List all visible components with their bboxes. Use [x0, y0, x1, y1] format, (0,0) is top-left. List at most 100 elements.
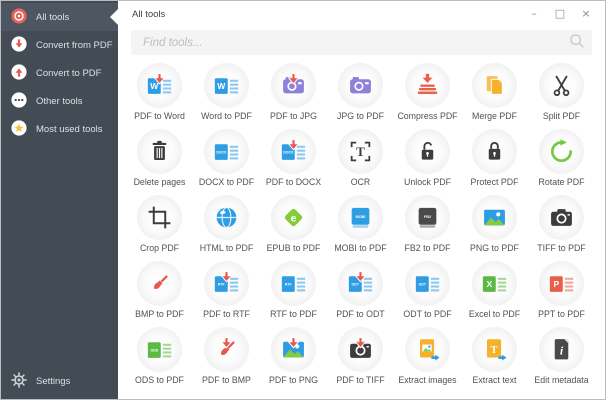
- sidebar-item-label: Most used tools: [36, 123, 103, 135]
- tool-label: ODS to PDF: [135, 375, 184, 385]
- sidebar-nav: All tools Convert from PDF Convert to PD…: [1, 3, 118, 363]
- window-controls: – □ ×: [521, 6, 599, 22]
- tool-pdf-to-bmp[interactable]: PDF to BMP: [193, 327, 260, 393]
- tool-excel-to-pdf[interactable]: X Excel to PDF: [461, 261, 528, 327]
- tool-delete-pages[interactable]: Delete pages: [126, 129, 193, 195]
- svg-text:e: e: [291, 213, 297, 224]
- tool-pdf-to-jpg[interactable]: PDF to JPG: [260, 63, 327, 129]
- tool-rotate-pdf[interactable]: Rotate PDF: [528, 129, 595, 195]
- tool-protect-pdf[interactable]: Protect PDF: [461, 129, 528, 195]
- tool-circle: ODS: [137, 327, 182, 372]
- sidebar-item-convert-from-pdf[interactable]: Convert from PDF: [1, 31, 118, 59]
- arrow-down-circle-icon: [11, 35, 27, 52]
- sidebar-item-other-tools[interactable]: Other tools: [1, 87, 118, 115]
- compress-icon: [417, 73, 438, 94]
- tool-extract-images[interactable]: Extract images: [394, 327, 461, 393]
- tool-pdf-to-tiff[interactable]: PDF to TIFF: [327, 327, 394, 393]
- epub-icon: e: [284, 208, 303, 227]
- tool-ppt-to-pdf[interactable]: P PPT to PDF: [528, 261, 595, 327]
- star-circle-icon: [11, 119, 27, 136]
- tool-pdf-to-png[interactable]: PDF to PNG: [260, 327, 327, 393]
- tool-label: FB2 to PDF: [404, 243, 451, 253]
- maximize-button[interactable]: □: [547, 6, 573, 22]
- svg-text:MOBI: MOBI: [356, 215, 366, 219]
- sidebar-item-all-tools[interactable]: All tools: [1, 3, 118, 31]
- doc-icon: ODT: [415, 276, 440, 292]
- tool-label: PDF to RTF: [203, 309, 250, 319]
- tool-crop-pdf[interactable]: Crop PDF: [126, 195, 193, 261]
- tool-mobi-to-pdf[interactable]: MOBI MOBI to PDF: [327, 195, 394, 261]
- tool-word-to-pdf[interactable]: W Word to PDF: [193, 63, 260, 129]
- tool-circle: ODT: [405, 261, 450, 306]
- tool-label: Word to PDF: [201, 111, 252, 121]
- tool-label: Edit metadata: [534, 375, 589, 385]
- svg-text:W: W: [217, 81, 226, 91]
- tool-split-pdf[interactable]: Split PDF: [528, 63, 595, 129]
- tool-circle: [271, 327, 316, 372]
- tool-label: Crop PDF: [139, 243, 180, 253]
- tool-odt-to-pdf[interactable]: ODT ODT to PDF: [394, 261, 461, 327]
- svg-text:T: T: [491, 345, 498, 356]
- tool-pdf-to-docx[interactable]: DOCX PDF to DOCX: [260, 129, 327, 195]
- sidebar-item-convert-to-pdf[interactable]: Convert to PDF: [1, 59, 118, 87]
- tool-label: PDF to PNG: [269, 375, 318, 385]
- tool-docx-to-pdf[interactable]: DOCX DOCX to PDF: [193, 129, 260, 195]
- doc-icon: P: [549, 276, 574, 292]
- tool-epub-to-pdf[interactable]: e EPUB to PDF: [260, 195, 327, 261]
- search-input[interactable]: [141, 35, 568, 50]
- app-window: All tools Convert from PDF Convert to PD…: [0, 0, 606, 400]
- doc-icon: DOCX: [214, 144, 239, 160]
- merge-icon: [486, 76, 503, 95]
- tool-label: RTF to PDF: [270, 309, 317, 319]
- tool-circle: W: [204, 63, 249, 108]
- crop-icon: [148, 206, 171, 229]
- lock-icon: [488, 142, 501, 160]
- image-icon: [484, 209, 505, 226]
- tool-label: Split PDF: [542, 111, 581, 121]
- sidebar-item-settings[interactable]: Settings: [1, 363, 118, 399]
- tool-label: Delete pages: [133, 177, 186, 187]
- tool-compress-pdf[interactable]: Compress PDF: [394, 63, 461, 129]
- tool-edit-metadata[interactable]: i Edit metadata: [528, 327, 595, 393]
- sidebar-item-label: Other tools: [36, 95, 83, 107]
- tool-extract-text[interactable]: T Extract text: [461, 327, 528, 393]
- tool-bmp-to-pdf[interactable]: BMP to PDF: [126, 261, 193, 327]
- settings-label: Settings: [36, 375, 71, 387]
- tools-grid: W PDF to Word W Word to PDF PDF to JPG J…: [118, 63, 605, 393]
- svg-text:T: T: [356, 144, 365, 159]
- minimize-button[interactable]: –: [521, 6, 547, 22]
- tool-label: JPG to PDF: [337, 111, 384, 121]
- tool-circle: FB2: [405, 195, 450, 240]
- svg-text:DOCX: DOCX: [216, 150, 227, 154]
- sidebar-item-most-used-tools[interactable]: Most used tools: [1, 115, 118, 143]
- selected-item-notch: [110, 9, 118, 25]
- svg-text:ODT: ODT: [419, 282, 427, 286]
- tool-rtf-to-pdf[interactable]: RTF RTF to PDF: [260, 261, 327, 327]
- tool-merge-pdf[interactable]: Merge PDF: [461, 63, 528, 129]
- tool-ocr[interactable]: T OCR: [327, 129, 394, 195]
- sidebar-item-label: Convert from PDF: [36, 39, 113, 51]
- tool-jpg-to-pdf[interactable]: JPG to PDF: [327, 63, 394, 129]
- tool-label: HTML to PDF: [199, 243, 254, 253]
- tool-pdf-to-odt[interactable]: ODT PDF to ODT: [327, 261, 394, 327]
- doc-icon: ODT: [348, 271, 373, 292]
- tool-ods-to-pdf[interactable]: ODS ODS to PDF: [126, 327, 193, 393]
- scissors-icon: [553, 75, 570, 97]
- camera-icon: [551, 209, 572, 226]
- tool-circle: [472, 63, 517, 108]
- close-button[interactable]: ×: [573, 6, 599, 22]
- tool-pdf-to-word[interactable]: W PDF to Word: [126, 63, 193, 129]
- tool-fb2-to-pdf[interactable]: FB2 FB2 to PDF: [394, 195, 461, 261]
- doc-icon: X: [482, 276, 507, 292]
- tool-html-to-pdf[interactable]: HTML to PDF: [193, 195, 260, 261]
- tool-pdf-to-rtf[interactable]: RTF PDF to RTF: [193, 261, 260, 327]
- target-icon: [11, 7, 27, 24]
- tool-png-to-pdf[interactable]: PNG to PDF: [461, 195, 528, 261]
- tool-label: Extract images: [398, 375, 457, 385]
- tool-circle: i: [539, 327, 584, 372]
- tool-unlock-pdf[interactable]: Unlock PDF: [394, 129, 461, 195]
- tool-tiff-to-pdf[interactable]: TIFF to PDF: [528, 195, 595, 261]
- doc-icon: W: [214, 78, 239, 94]
- tool-circle: [204, 195, 249, 240]
- search-icon[interactable]: [568, 32, 585, 54]
